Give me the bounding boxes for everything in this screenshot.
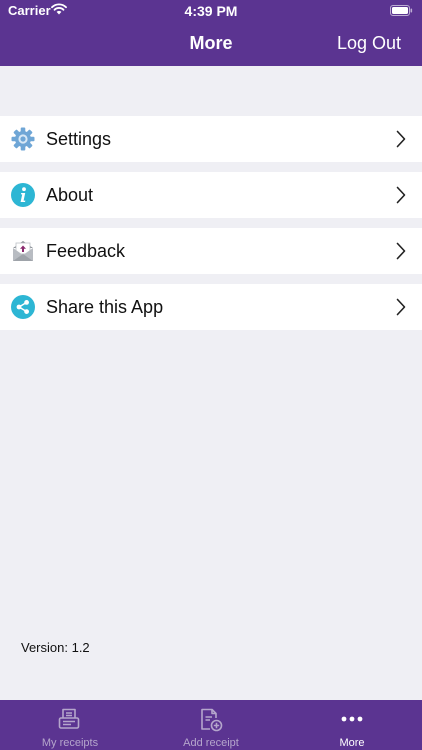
tab-label: My receipts — [41, 737, 99, 749]
tab-label: More — [339, 737, 365, 749]
share-icon — [11, 295, 35, 319]
menu-item-settings[interactable]: Settings — [0, 116, 422, 162]
menu-item-label: Settings — [46, 129, 112, 149]
tab-label: Add receipt — [183, 737, 239, 749]
tab-my-receipts[interactable]: My receipts — [0, 700, 140, 750]
gear-icon — [11, 127, 35, 151]
top-bar: Carrier 4:39 PM More Log Out — [0, 0, 422, 66]
receipt-icon — [58, 708, 80, 729]
version-label: Version: 1.2 — [21, 640, 90, 655]
envelope-icon — [13, 241, 33, 261]
chevron-right-icon — [396, 298, 406, 316]
tab-bar: My receipts Add receipt More — [0, 700, 422, 750]
logout-button[interactable]: Log Out — [337, 33, 401, 54]
info-icon — [11, 183, 35, 207]
tab-more[interactable]: More — [282, 700, 422, 750]
chevron-right-icon — [396, 242, 406, 260]
menu-item-feedback[interactable]: Feedback — [0, 228, 422, 274]
more-icon — [341, 716, 363, 722]
chevron-right-icon — [396, 130, 406, 148]
status-time: 4:39 PM — [184, 3, 238, 19]
more-menu: Settings About Feedback Share this App — [0, 116, 422, 340]
menu-item-share[interactable]: Share this App — [0, 284, 422, 330]
menu-item-about[interactable]: About — [0, 172, 422, 218]
menu-item-label: Share this App — [46, 297, 164, 317]
status-bar: Carrier 4:39 PM — [0, 0, 422, 22]
battery-icon — [390, 5, 413, 16]
add-document-icon — [201, 708, 223, 732]
menu-item-label: About — [46, 185, 94, 205]
menu-item-label: Feedback — [46, 241, 126, 261]
tab-add-receipt[interactable]: Add receipt — [141, 700, 281, 750]
chevron-right-icon — [396, 186, 406, 204]
